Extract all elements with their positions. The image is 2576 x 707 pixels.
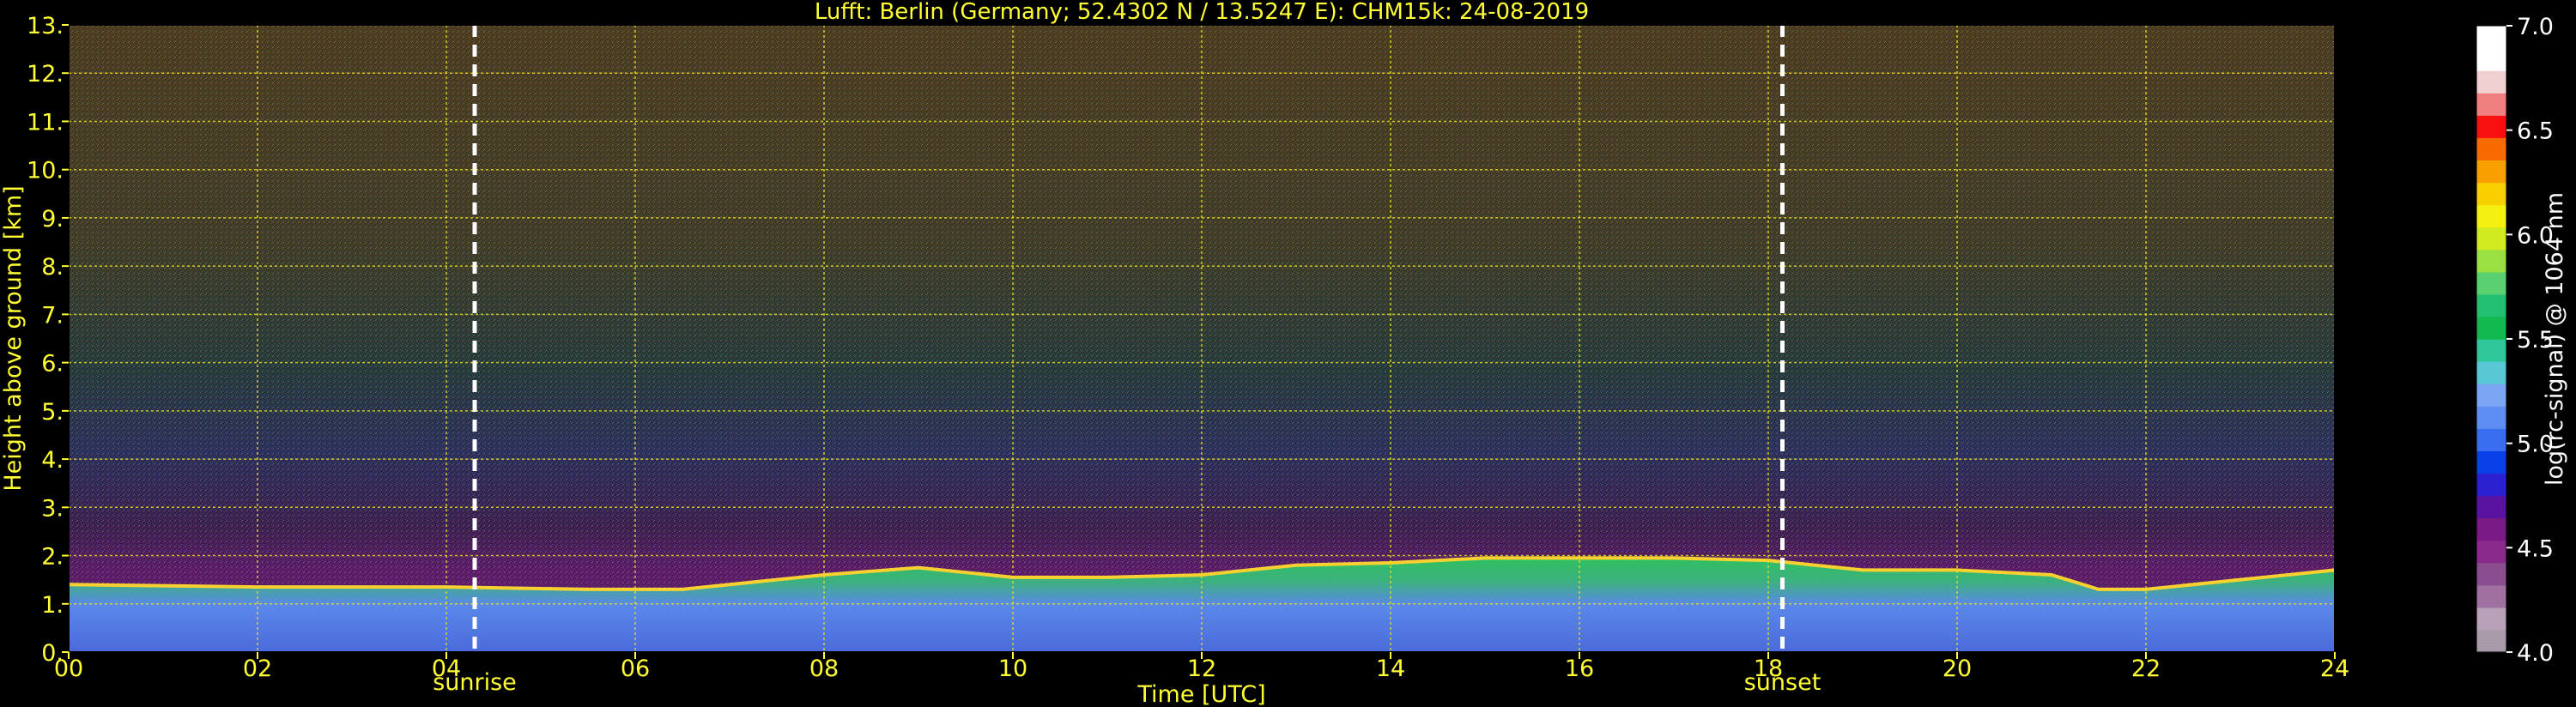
ceilometer-chart: 00 02 04 06 08 10 12 14 16 18 20 22 240.1.2.3.4.5.6.…: [0, 0, 2568, 707]
y-tick-label: 2.: [41, 544, 64, 571]
colorbar-segment: [2476, 540, 2506, 564]
y-tick-label: 8.: [41, 254, 64, 281]
colorbar-segment: [2476, 361, 2506, 384]
y-tick-label: 1.: [41, 592, 64, 619]
colorbar-tick-label: 4.0: [2517, 640, 2554, 667]
x-tick-label: 14: [1376, 656, 1405, 682]
colorbar-segment: [2476, 137, 2506, 161]
x-tick-label: 02: [243, 656, 272, 682]
colorbar-segment: [2476, 428, 2506, 451]
x-tick-label: 22: [2131, 656, 2161, 682]
colorbar-segment: [2476, 584, 2506, 608]
colorbar-segment: [2476, 115, 2506, 138]
colorbar-segment: [2476, 562, 2506, 586]
y-tick-label: 10.: [27, 158, 64, 184]
x-axis-label: Time [UTC]: [1136, 681, 1265, 707]
colorbar-segment: [2476, 495, 2506, 519]
y-tick-label: 0.: [41, 640, 64, 667]
x-tick-label: 06: [621, 656, 650, 682]
colorbar-segment: [2476, 227, 2506, 251]
colorbar-segment: [2476, 607, 2506, 631]
colorbar-segment: [2476, 26, 2506, 49]
x-tick-label: 08: [809, 656, 839, 682]
colorbar-segment: [2476, 293, 2506, 317]
colorbar-segment: [2476, 517, 2506, 541]
sunset-label: sunset: [1744, 669, 1821, 696]
y-tick-label: 12.: [27, 61, 64, 88]
colorbar-tick-label: 4.5: [2517, 535, 2554, 562]
y-tick-label: 13.: [27, 13, 64, 39]
colorbar-segment: [2476, 70, 2506, 94]
colorbar-label: log(rc-signal) @ 1064 nm: [2542, 192, 2568, 486]
colorbar-segment: [2476, 48, 2506, 71]
y-tick-label: 4.: [41, 447, 64, 474]
x-tick-label: 16: [1565, 656, 1594, 682]
chart-title: Lufft: Berlin (Germany; 52.4302 N / 13.5…: [815, 0, 1589, 25]
x-tick-label: 12: [1187, 656, 1216, 682]
colorbar-segment: [2476, 249, 2506, 273]
colorbar-segment: [2476, 450, 2506, 474]
colorbar-segment: [2476, 271, 2506, 295]
y-tick-label: 7.: [41, 302, 64, 329]
sunrise-label: sunrise: [433, 669, 517, 696]
y-axis-label: Height above ground [km]: [0, 185, 27, 491]
x-tick-label: 20: [1943, 656, 1972, 682]
x-tick-label: 24: [2320, 656, 2349, 682]
y-tick-label: 6.: [41, 351, 64, 378]
y-tick-label: 3.: [41, 495, 64, 522]
colorbar-segment: [2476, 160, 2506, 184]
colorbar-tick-label: 6.5: [2517, 118, 2554, 145]
y-tick-label: 5.: [41, 399, 64, 426]
plot-area: [68, 25, 2336, 652]
colorbar-segment: [2476, 204, 2506, 228]
colorbar-segment: [2476, 93, 2506, 116]
colorbar-segment: [2476, 473, 2506, 497]
colorbar-tick-label: 7.0: [2517, 14, 2554, 40]
colorbar-segment: [2476, 384, 2506, 407]
colorbar-segment: [2476, 629, 2506, 653]
colorbar-segment: [2476, 406, 2506, 429]
colorbar-segment: [2476, 339, 2506, 362]
colorbar-segment: [2476, 316, 2506, 340]
colorbar-segment: [2476, 182, 2506, 206]
y-tick-label: 9.: [41, 206, 64, 233]
x-tick-label: 10: [998, 656, 1027, 682]
y-tick-label: 11.: [27, 109, 64, 136]
